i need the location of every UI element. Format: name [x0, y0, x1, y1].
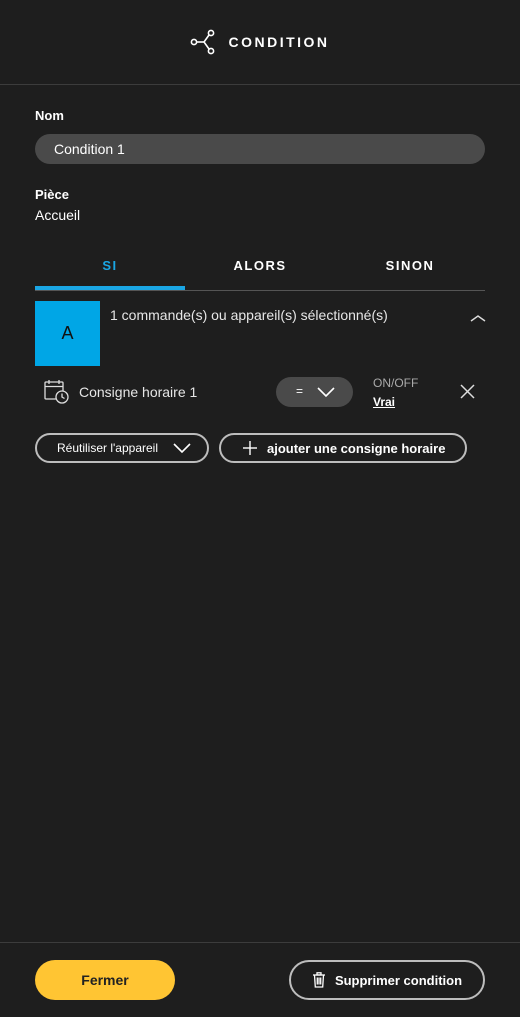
- reuse-device-label: Réutiliser l'appareil: [57, 441, 159, 455]
- delete-condition-button[interactable]: Supprimer condition: [289, 960, 485, 1000]
- reuse-device-button[interactable]: Réutiliser l'appareil: [35, 433, 209, 463]
- device-thumbnail[interactable]: A: [35, 301, 100, 366]
- chevron-up-icon[interactable]: [468, 312, 488, 324]
- state-value-link[interactable]: Vrai: [373, 395, 395, 409]
- close-button[interactable]: Fermer: [35, 960, 175, 1000]
- operator-select[interactable]: =: [276, 377, 353, 407]
- room-label: Pièce: [35, 187, 69, 202]
- delete-condition-label: Supprimer condition: [334, 972, 463, 988]
- close-icon[interactable]: [459, 383, 476, 400]
- tab-alors[interactable]: ALORS: [185, 252, 335, 290]
- calendar-clock-icon: [44, 380, 69, 404]
- operator-value: =: [296, 384, 304, 398]
- header: CONDITION: [0, 0, 520, 85]
- close-button-label: Fermer: [81, 972, 129, 988]
- tab-sinon[interactable]: SINON: [335, 252, 485, 290]
- plus-icon: [243, 441, 257, 455]
- page-title: CONDITION: [228, 34, 330, 50]
- chevron-down-icon: [317, 387, 335, 398]
- tab-bar: SI ALORS SINON: [35, 252, 485, 291]
- device-summary: 1 commande(s) ou appareil(s) sélectionné…: [110, 307, 388, 323]
- state-label: ON/OFF: [373, 376, 419, 390]
- chevron-down-icon: [173, 443, 191, 454]
- share-nodes-icon: [191, 29, 215, 55]
- device-thumbnail-letter: A: [61, 323, 74, 343]
- add-consigne-label: ajouter une consigne horaire: [267, 440, 446, 456]
- room-value[interactable]: Accueil: [35, 207, 80, 223]
- trash-icon: [312, 972, 325, 988]
- name-input[interactable]: Condition 1: [35, 134, 485, 164]
- consigne-label: Consigne horaire 1: [79, 384, 198, 400]
- tab-si[interactable]: SI: [35, 252, 185, 290]
- add-consigne-button[interactable]: ajouter une consigne horaire: [219, 433, 467, 463]
- name-label: Nom: [35, 108, 64, 123]
